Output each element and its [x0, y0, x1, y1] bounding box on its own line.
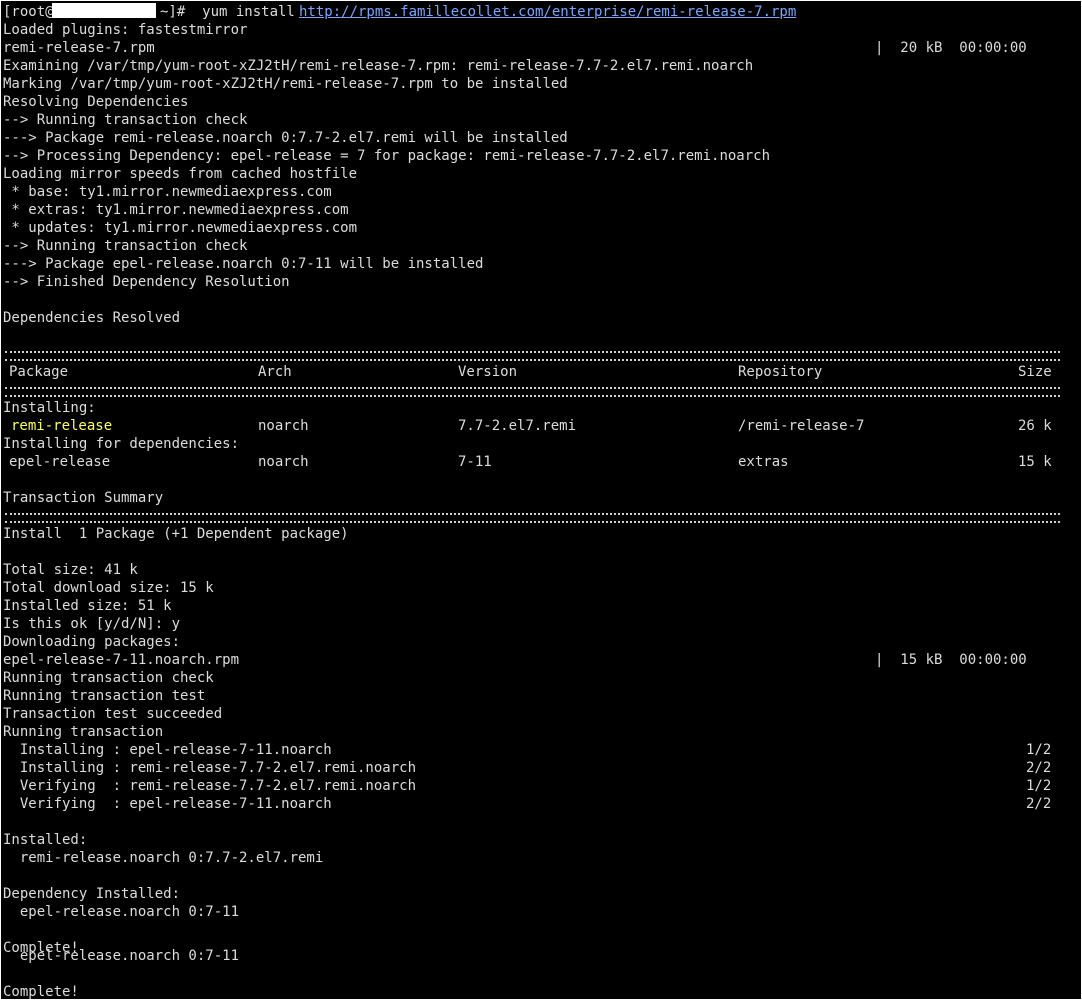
output-line: Installed size: 51 k — [3, 598, 172, 614]
step-text: Installing : epel-release-7-11.noarch — [3, 742, 332, 758]
step-count: 1/2 — [1026, 742, 1052, 758]
table-row: remi-release noarch 7.7-2.el7.remi /remi… — [3, 417, 1063, 435]
output-line: Downloading packages: — [3, 634, 181, 650]
package-size: 15 k — [1018, 454, 1052, 470]
output-line: Install 1 Package (+1 Dependent package) — [3, 526, 349, 542]
step-text: Installing : remi-release-7.7-2.el7.remi… — [3, 760, 417, 776]
output-line: Is this ok [y/d/N]: y — [3, 616, 181, 632]
step-text: Verifying : epel-release-7-11.noarch — [3, 796, 332, 812]
output-line: Installing: — [3, 400, 96, 416]
column-header-repository: Repository — [738, 364, 823, 380]
output-line: --> Finished Dependency Resolution — [3, 274, 290, 290]
output-line: ---> Package remi-release.noarch 0:7.7-2… — [3, 130, 568, 146]
overlapping-ghost-line: epel-release.noarch 0:7-11 — [3, 948, 240, 964]
output-line: * updates: ty1.mirror.newmediaexpress.co… — [3, 220, 358, 236]
output-line: epel-release.noarch 0:7-11 — [3, 904, 240, 920]
output-line: Resolving Dependencies — [3, 94, 189, 110]
output-line: Total download size: 15 k — [3, 580, 214, 596]
transaction-step: Installing : remi-release-7.7-2.el7.remi… — [3, 759, 1063, 777]
output-line: Total size: 41 k — [3, 562, 138, 578]
epel-progress: | 15 kB 00:00:00 — [875, 652, 1027, 668]
package-name: epel-release — [9, 454, 111, 470]
separator — [3, 381, 1063, 399]
package-repository: /remi-release-7 — [738, 418, 865, 434]
package-version: 7.7-2.el7.remi — [458, 418, 577, 434]
prompt-suffix: ~]# yum install — [160, 4, 304, 20]
column-header-arch: Arch — [258, 364, 292, 380]
download-progress-row: remi-release-7.rpm | 20 kB 00:00:00 — [3, 39, 1063, 57]
output-line: Transaction Summary — [3, 490, 164, 506]
transaction-step: Verifying : epel-release-7-11.noarch 2/2 — [3, 795, 1063, 813]
separator — [3, 507, 1063, 525]
table-header: Package Arch Version Repository Size — [3, 363, 1063, 381]
table-row: epel-release noarch 7-11 extras 15 k — [3, 453, 1063, 471]
output-line: Dependencies Resolved — [3, 310, 181, 326]
column-header-size: Size — [1018, 364, 1052, 380]
package-size: 26 k — [1018, 418, 1052, 434]
output-line: Running transaction — [3, 724, 164, 740]
column-header-version: Version — [458, 364, 518, 380]
rpm-progress: | 20 kB 00:00:00 — [875, 40, 1027, 56]
separator — [3, 345, 1063, 363]
terminal-window[interactable]: [root@ ~]# yum install http://rpms.famil… — [1, 1, 1081, 999]
column-header-package: Package — [9, 364, 69, 380]
output-line: Running transaction check — [3, 670, 214, 686]
package-arch: noarch — [258, 454, 309, 470]
rpm-url-link[interactable]: http://rpms.famillecollet.com/enterprise… — [299, 3, 796, 21]
epel-rpm-name: epel-release-7-11.noarch.rpm — [3, 652, 240, 668]
package-name-highlighted: remi-release — [11, 418, 113, 434]
rpm-file-name: remi-release-7.rpm — [3, 40, 155, 56]
download-progress-row: epel-release-7-11.noarch.rpm | 15 kB 00:… — [3, 651, 1063, 669]
step-count: 2/2 — [1026, 796, 1052, 812]
command-line: [root@ ~]# yum install http://rpms.famil… — [3, 3, 1063, 21]
package-version: 7-11 — [458, 454, 492, 470]
output-line: remi-release.noarch 0:7.7-2.el7.remi — [3, 850, 324, 866]
output-line: --> Running transaction check — [3, 112, 248, 128]
package-arch: noarch — [258, 418, 309, 434]
step-count: 2/2 — [1026, 760, 1052, 776]
transaction-step: Verifying : remi-release-7.7-2.el7.remi.… — [3, 777, 1063, 795]
step-count: 1/2 — [1026, 778, 1052, 794]
output-line: Loaded plugins: fastestmirror — [3, 22, 248, 38]
redacted-hostname — [52, 3, 156, 21]
output-line: --> Processing Dependency: epel-release … — [3, 148, 771, 164]
output-line: Marking /var/tmp/yum-root-xZJ2tH/remi-re… — [3, 76, 568, 92]
output-line: * extras: ty1.mirror.newmediaexpress.com — [3, 202, 349, 218]
step-text: Verifying : remi-release-7.7-2.el7.remi.… — [3, 778, 417, 794]
prompt-prefix: [root@ — [3, 4, 54, 20]
output-line: Loading mirror speeds from cached hostfi… — [3, 166, 358, 182]
output-line: --> Running transaction check — [3, 238, 248, 254]
output-line: Installed: — [3, 832, 88, 848]
output-line: Dependency Installed: — [3, 886, 181, 902]
output-line: Transaction test succeeded — [3, 706, 223, 722]
complete-message: Complete! — [3, 984, 79, 999]
output-line: Examining /var/tmp/yum-root-xZJ2tH/remi-… — [3, 58, 754, 74]
output-line: Installing for dependencies: — [3, 436, 240, 452]
output-line: ---> Package epel-release.noarch 0:7-11 … — [3, 256, 484, 272]
output-line: Running transaction test — [3, 688, 206, 704]
output-line: * base: ty1.mirror.newmediaexpress.com — [3, 184, 332, 200]
package-repository: extras — [738, 454, 789, 470]
transaction-step: Installing : epel-release-7-11.noarch 1/… — [3, 741, 1063, 759]
